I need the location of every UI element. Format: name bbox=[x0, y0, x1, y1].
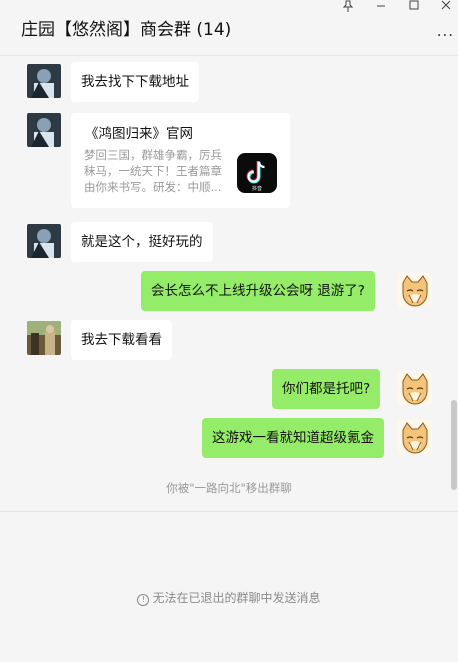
card-title: 《鸿图归来》官网 bbox=[85, 126, 193, 142]
tiktok-label: 抖音 bbox=[252, 185, 262, 192]
more-options-button[interactable]: ... bbox=[437, 22, 454, 40]
chat-title: 庄园【悠然阁】商会群 (14) bbox=[21, 20, 232, 40]
avatar[interactable] bbox=[27, 321, 61, 355]
message-text: 这游戏一看就知道超级氪金 bbox=[212, 430, 374, 446]
avatar[interactable] bbox=[27, 224, 61, 258]
message-bubble[interactable]: 我去下载看看 bbox=[71, 320, 172, 360]
avatar[interactable] bbox=[27, 113, 61, 147]
system-message: 你被"一路向北"移出群聊 bbox=[166, 481, 292, 495]
tiktok-icon: 抖音 bbox=[237, 153, 277, 193]
notice-text: 无法在已退出的群聊中发送消息 bbox=[152, 591, 321, 605]
avatar[interactable] bbox=[27, 64, 61, 98]
maximize-icon[interactable] bbox=[399, 0, 429, 14]
info-icon: ! bbox=[137, 594, 150, 606]
disabled-notice: ! 无法在已退出的群聊中发送消息 bbox=[0, 589, 458, 606]
link-card[interactable]: 《鸿图归来》官网 梦回三国，群雄争霸，厉兵秣马，一统天下！王者篇章由你来书写。研… bbox=[71, 113, 290, 208]
close-icon[interactable] bbox=[431, 0, 458, 14]
message-list[interactable]: 我去找下下载地址 《鸿图归来》官网 梦回三国，群雄争霸，厉兵秣马，一统天下！王者… bbox=[0, 56, 458, 511]
message-bubble[interactable]: 你们都是托吧? bbox=[272, 369, 381, 409]
avatar[interactable] bbox=[398, 273, 432, 307]
message-bubble[interactable]: 会长怎么不上线升级公会呀 退游了? bbox=[141, 271, 375, 311]
minimize-icon[interactable] bbox=[366, 0, 396, 14]
message-bubble[interactable]: 这游戏一看就知道超级氪金 bbox=[202, 418, 384, 458]
message-text: 我去找下下载地址 bbox=[81, 74, 189, 90]
chat-header: 庄园【悠然阁】商会群 (14) ... bbox=[0, 0, 458, 56]
card-description: 梦回三国，群雄争霸，厉兵秣马，一统天下！王者篇章由你来书写。研发：中顺... bbox=[84, 148, 222, 194]
message-bubble[interactable]: 就是这个，挺好玩的 bbox=[71, 222, 213, 262]
avatar[interactable] bbox=[398, 420, 432, 454]
message-bubble[interactable]: 我去找下下载地址 bbox=[71, 62, 199, 102]
message-text: 我去下载看看 bbox=[81, 332, 162, 348]
pin-icon[interactable] bbox=[333, 0, 363, 14]
scrollbar[interactable] bbox=[451, 400, 457, 490]
message-text: 就是这个，挺好玩的 bbox=[81, 234, 203, 250]
message-text: 你们都是托吧? bbox=[282, 381, 371, 397]
message-text: 会长怎么不上线升级公会呀 退游了? bbox=[151, 283, 365, 299]
avatar[interactable] bbox=[398, 371, 432, 405]
input-area: ! 无法在已退出的群聊中发送消息 bbox=[0, 511, 458, 662]
